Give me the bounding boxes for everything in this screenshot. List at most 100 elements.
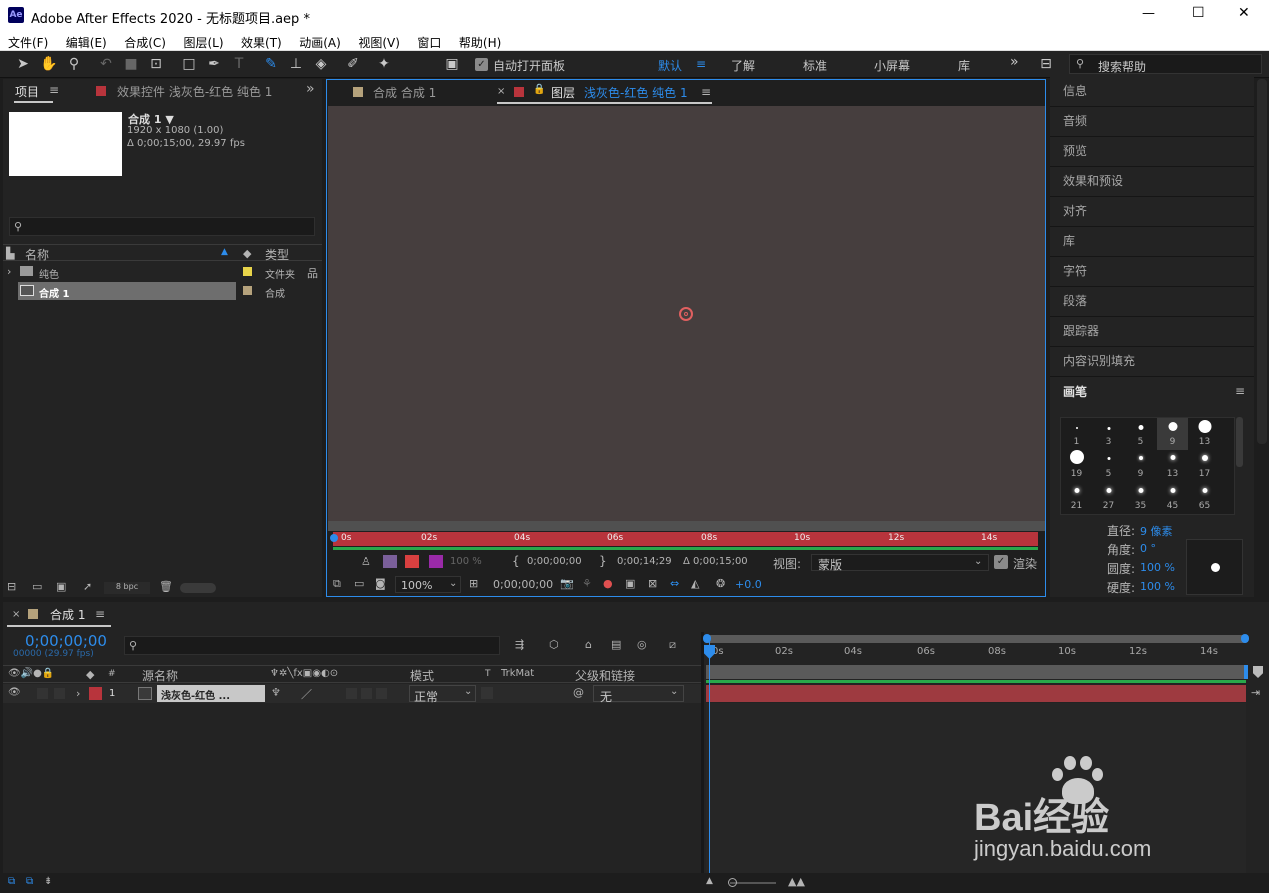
mask-icon[interactable]: ◙ (375, 577, 386, 590)
onion-skin-icon[interactable] (383, 555, 397, 568)
lock-switch[interactable] (54, 688, 65, 699)
tab-layer-name[interactable]: 浅灰色-红色 纯色 1 (584, 84, 688, 101)
toggle-mask-icon[interactable]: ▣ (625, 577, 635, 590)
rectangle-tool-icon[interactable]: □ (180, 55, 198, 73)
view-mode-select[interactable]: 蒙版 ⌄ (811, 554, 989, 572)
search-help-box[interactable]: ⚲ 搜索帮助 (1069, 54, 1262, 74)
workspace-menu-icon[interactable]: ≡ (696, 57, 706, 71)
panel-effects-presets[interactable]: 效果和预设 (1050, 167, 1254, 197)
menu-help[interactable]: 帮助(H) (459, 31, 501, 51)
pick-whip-icon[interactable]: @ (573, 686, 584, 699)
render-queue-icon[interactable]: ➚ (83, 580, 92, 593)
fx-switch[interactable] (346, 688, 357, 699)
rotate-tool-icon[interactable]: ↶ (97, 55, 115, 73)
adjustment-switch[interactable] (376, 688, 387, 699)
column-source-name[interactable]: 源名称 (142, 667, 178, 684)
camera-tool-icon[interactable]: ■ (122, 55, 140, 73)
brush-tip[interactable]: 27 (1093, 482, 1124, 514)
menu-view[interactable]: 视图(V) (358, 31, 400, 51)
brush-tip[interactable]: 35 (1125, 482, 1156, 514)
brush-tip[interactable]: 65 (1189, 482, 1220, 514)
brush-tip[interactable]: 9 (1125, 450, 1156, 482)
monitor-icon[interactable]: ▭ (354, 577, 364, 590)
brush-tip[interactable]: 3 (1093, 418, 1124, 450)
project-item-row[interactable]: › 纯色 文件夹 品 (3, 263, 322, 281)
show-snapshot-icon[interactable]: ⚘ (582, 577, 592, 590)
brush-panel-menu-icon[interactable]: ≡ (1235, 384, 1245, 398)
current-timecode[interactable]: 0;00;00;00 (25, 632, 107, 650)
onion-skin-red-icon[interactable] (405, 555, 419, 568)
out-point-value[interactable]: 0;00;14;29 (617, 556, 672, 567)
diameter-value[interactable]: 9 像素 (1140, 523, 1173, 539)
onion-skin-color-icon[interactable] (429, 555, 443, 568)
roundness-value[interactable]: 100 % (1140, 561, 1175, 574)
brush-grid-scrollbar[interactable] (1236, 417, 1243, 467)
timeline-divider[interactable] (701, 632, 704, 873)
clone-stamp-tool-icon[interactable]: ⊥ (287, 55, 305, 73)
tab-project[interactable]: 项目 (15, 83, 39, 100)
close-tab-icon[interactable]: × (12, 609, 20, 620)
brush-tip[interactable]: 5 (1093, 450, 1124, 482)
puppet-pin-tool-icon[interactable]: ✦ (375, 55, 393, 73)
layer-switches-toggle-icon[interactable]: ⧉ (8, 876, 15, 887)
solo-switch[interactable] (37, 688, 48, 699)
panel-info[interactable]: 信息 (1050, 77, 1254, 107)
playhead[interactable] (709, 642, 710, 873)
layer-out-icon[interactable]: ⇥ (1251, 686, 1260, 699)
zoom-out-icon[interactable]: ▲ (706, 876, 713, 886)
panel-paragraph[interactable]: 段落 (1050, 287, 1254, 317)
new-composition-icon[interactable]: ▣ (56, 580, 66, 593)
panel-toggle-icon[interactable]: ▣ (443, 55, 461, 73)
anchor-point-icon[interactable] (679, 307, 693, 321)
time-ruler[interactable]: 0s 02s 04s 06s 08s 10s 12s 14s (706, 644, 1246, 664)
hand-tool-icon[interactable]: ✋ (40, 55, 58, 73)
brush-tip[interactable]: 19 (1061, 450, 1092, 482)
column-parent[interactable]: 父级和链接 (575, 667, 635, 684)
menu-composition[interactable]: 合成(C) (124, 31, 166, 51)
brush-tool-icon[interactable]: ✎ (262, 55, 280, 73)
comp-marker-bin-icon[interactable] (1253, 666, 1263, 678)
motion-blur-icon[interactable]: ◎ (637, 638, 647, 651)
workspace-default[interactable]: 默认 (658, 57, 682, 74)
close-tab-icon[interactable]: × (497, 86, 505, 97)
snapshot-icon[interactable]: 📷 (560, 577, 574, 590)
panel-audio[interactable]: 音频 (1050, 107, 1254, 137)
project-tab-menu-icon[interactable]: ≡ (49, 83, 59, 97)
motion-path-icon[interactable]: ♙ (361, 555, 371, 568)
right-panel-scrollbar[interactable] (1257, 79, 1267, 444)
channel-icon[interactable]: ● (603, 577, 613, 590)
panel-libraries[interactable]: 库 (1050, 227, 1254, 257)
column-trkmat[interactable]: TrkMat (501, 668, 534, 679)
layer-label-color[interactable] (89, 687, 102, 700)
pan-behind-tool-icon[interactable]: ⊡ (147, 55, 165, 73)
minimize-button[interactable]: — (1142, 6, 1155, 21)
roto-brush-tool-icon[interactable]: ✐ (344, 55, 362, 73)
pixel-aspect-icon[interactable]: ⇔ (670, 577, 679, 590)
always-preview-icon[interactable]: ⧉ (333, 577, 341, 591)
expand-chevron-icon[interactable]: › (76, 687, 80, 700)
quality-switch-icon[interactable]: ／ (301, 686, 312, 702)
timeline-search-input[interactable]: ⚲ (124, 636, 500, 655)
set-out-point-icon[interactable]: } (599, 554, 607, 568)
sync-settings-icon[interactable]: ⊟ (1037, 55, 1055, 73)
layer-name-field[interactable]: 浅灰色-红色 ... (157, 685, 265, 702)
parent-select[interactable]: 无 ⌄ (593, 685, 684, 704)
modes-toggle-icon[interactable]: ⧉ (26, 876, 33, 887)
menu-file[interactable]: 文件(F) (8, 31, 48, 51)
time-navigator-end-handle[interactable] (1241, 634, 1249, 643)
zoom-select[interactable]: 100% ⌄ (395, 576, 461, 593)
workspace-standard[interactable]: 标准 (803, 57, 827, 74)
menu-layer[interactable]: 图层(L) (183, 31, 223, 51)
pen-tool-icon[interactable]: ✒ (205, 55, 223, 73)
preserve-transparency-switch[interactable] (481, 687, 493, 699)
lock-icon[interactable]: 🔒 (533, 84, 545, 95)
brush-tip[interactable]: 1 (1061, 418, 1092, 450)
draft-3d-icon[interactable]: ⬡ (549, 638, 559, 651)
workspace-more-icon[interactable]: » (1010, 54, 1019, 70)
in-out-toggle-icon[interactable]: ⇟ (44, 876, 52, 887)
column-name[interactable]: 名称 (25, 246, 49, 263)
angle-value[interactable]: 0 ° (1140, 542, 1156, 555)
region-of-interest-icon[interactable]: ⊞ (469, 577, 478, 590)
frame-blending-icon[interactable]: ▤ (611, 638, 621, 651)
selection-tool-icon[interactable]: ➤ (14, 55, 32, 73)
